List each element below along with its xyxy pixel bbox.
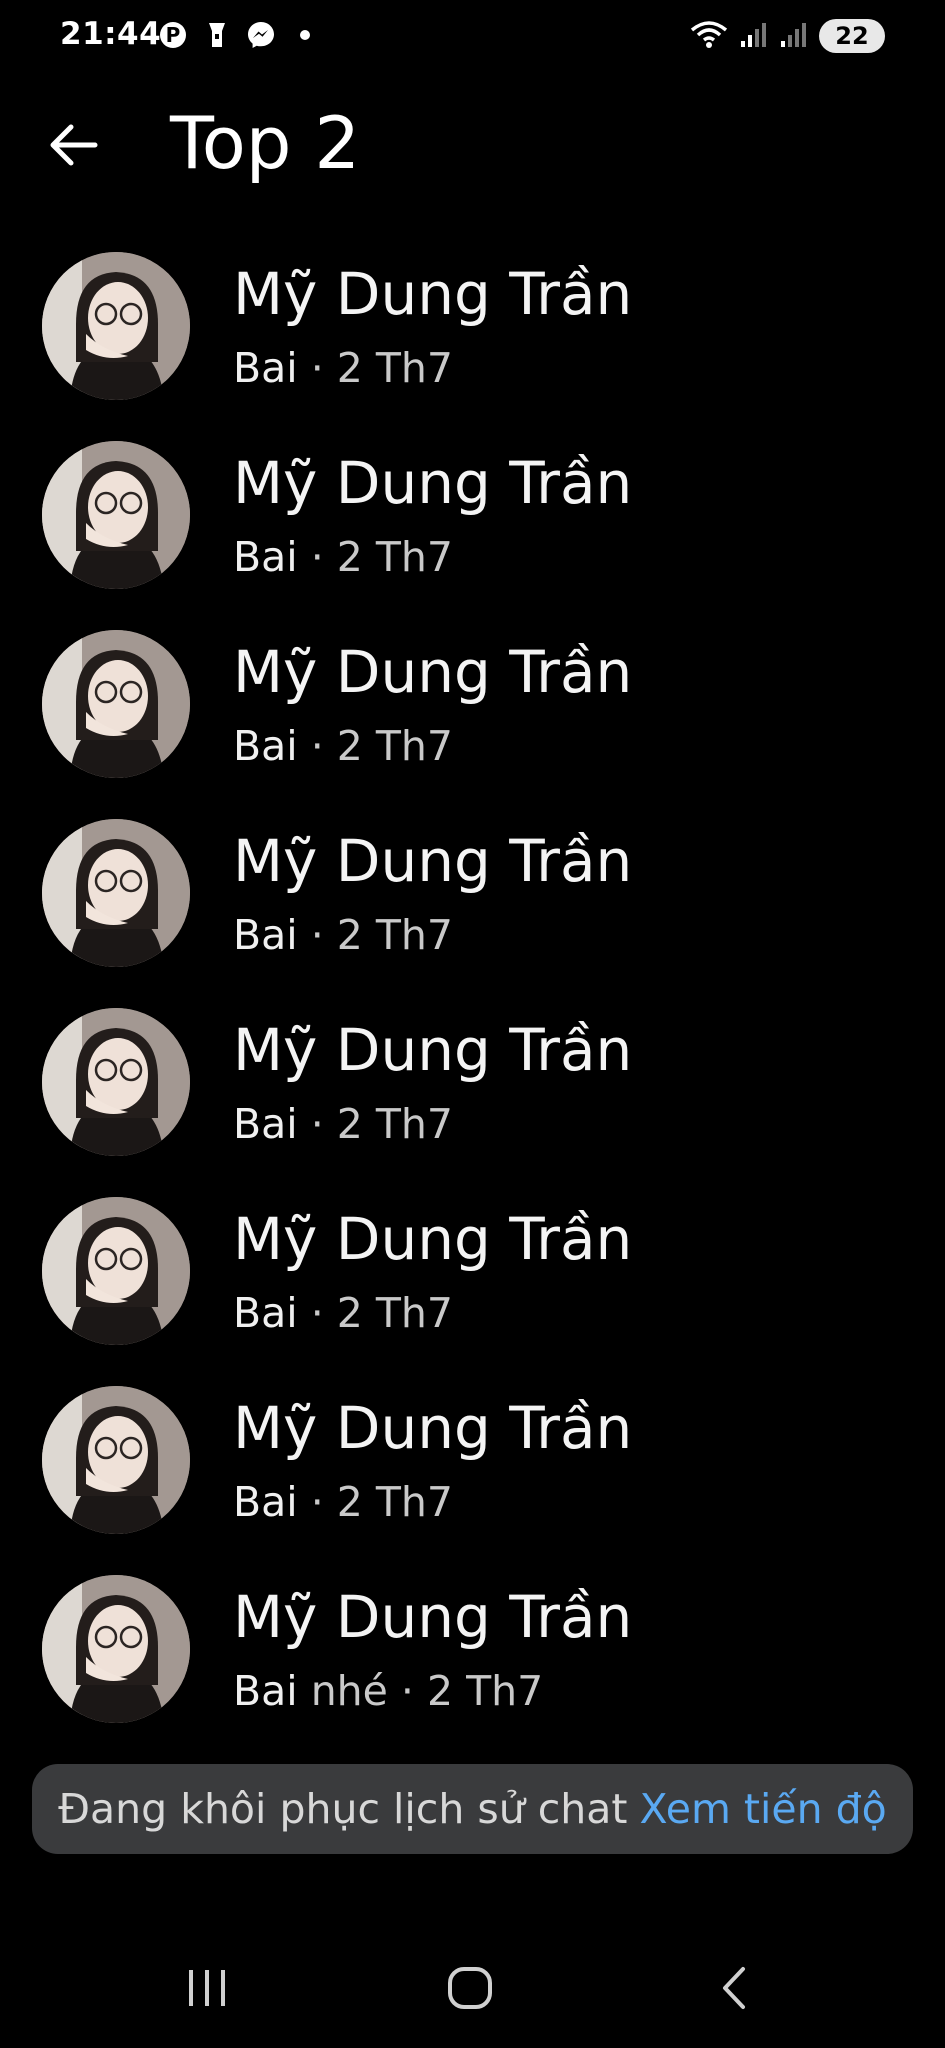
last-message: Bai · 2 Th7 (233, 344, 453, 393)
avatar (42, 441, 190, 589)
dot-icon (290, 20, 320, 50)
messenger-icon (246, 20, 276, 50)
page-title: Top 2 (170, 101, 361, 185)
avatar (42, 1197, 190, 1345)
message-extra: nhé (297, 1667, 388, 1715)
message-text: Bai (233, 1289, 298, 1337)
message-time: · 2 Th7 (387, 1667, 544, 1715)
conversation-list: Mỹ Dung Trần Bai · 2 Th7 Mỹ Dung Trần Ba… (0, 245, 945, 1757)
avatar (42, 630, 190, 778)
message-time: · 2 Th7 (297, 1100, 453, 1148)
message-text: Bai (233, 722, 298, 770)
avatar (42, 1575, 190, 1723)
svg-text:P: P (166, 23, 181, 47)
avatar (42, 1386, 190, 1534)
message-time: · 2 Th7 (297, 533, 453, 581)
status-bar: 21:44 P 22 (0, 0, 945, 76)
contact-name: Mỹ Dung Trần (233, 1583, 633, 1651)
message-text: Bai (233, 1100, 298, 1148)
home-button[interactable] (435, 1958, 505, 2018)
system-icons: 22 (689, 18, 885, 54)
nav-back-button[interactable] (700, 1958, 770, 2018)
list-item[interactable]: Mỹ Dung Trần Bai · 2 Th7 (0, 245, 945, 434)
signal-icon (739, 19, 769, 53)
message-time: · 2 Th7 (297, 1478, 453, 1526)
recents-button[interactable] (172, 1958, 242, 2018)
list-item[interactable]: Mỹ Dung Trần Bai · 2 Th7 (0, 1379, 945, 1568)
wifi-icon (689, 18, 729, 54)
status-time: 21:44 (60, 16, 162, 52)
list-item[interactable]: Mỹ Dung Trần Bai · 2 Th7 (0, 1001, 945, 1190)
avatar (42, 252, 190, 400)
recents-icon (189, 1970, 225, 2006)
flashlight-icon (202, 20, 232, 50)
message-time: · 2 Th7 (297, 722, 453, 770)
last-message: Bai · 2 Th7 (233, 1289, 453, 1338)
list-item[interactable]: Mỹ Dung Trần Bai · 2 Th7 (0, 623, 945, 812)
contact-name: Mỹ Dung Trần (233, 827, 633, 895)
message-text: Bai (233, 344, 298, 392)
notification-icons: P (158, 20, 320, 50)
list-item[interactable]: Mỹ Dung Trần Bai · 2 Th7 (0, 434, 945, 623)
avatar (42, 1008, 190, 1156)
avatar (42, 819, 190, 967)
system-nav-bar (0, 1930, 945, 2048)
battery-icon: 22 (819, 19, 885, 53)
message-text: Bai (233, 1478, 298, 1526)
message-text: Bai (233, 533, 298, 581)
restore-toast: Đang khôi phục lịch sử chat Xem tiến độ (32, 1764, 913, 1854)
contact-name: Mỹ Dung Trần (233, 1016, 633, 1084)
last-message: Bai · 2 Th7 (233, 911, 453, 960)
last-message: Bai · 2 Th7 (233, 1100, 453, 1149)
last-message: Bai · 2 Th7 (233, 1478, 453, 1527)
last-message: Bai · 2 Th7 (233, 722, 453, 771)
pinterest-icon: P (158, 20, 188, 50)
toast-message: Đang khôi phục lịch sử chat (58, 1785, 628, 1833)
message-time: · 2 Th7 (297, 344, 453, 392)
contact-name: Mỹ Dung Trần (233, 1394, 633, 1462)
message-time: · 2 Th7 (297, 1289, 453, 1337)
back-button[interactable] (40, 112, 106, 178)
contact-name: Mỹ Dung Trần (233, 449, 633, 517)
header: Top 2 (0, 90, 945, 200)
home-icon (448, 1967, 492, 2009)
contact-name: Mỹ Dung Trần (233, 638, 633, 706)
arrow-left-icon (50, 124, 98, 166)
contact-name: Mỹ Dung Trần (233, 1205, 633, 1273)
contact-name: Mỹ Dung Trần (233, 260, 633, 328)
view-progress-link[interactable]: Xem tiến độ (639, 1785, 886, 1833)
last-message: Bai nhé · 2 Th7 (233, 1667, 543, 1716)
last-message: Bai · 2 Th7 (233, 533, 453, 582)
message-time: · 2 Th7 (297, 911, 453, 959)
message-text: Bai (233, 911, 298, 959)
back-icon (723, 1967, 745, 2009)
list-item[interactable]: Mỹ Dung Trần Bai · 2 Th7 (0, 812, 945, 1001)
signal-icon (779, 19, 809, 53)
battery-level: 22 (835, 22, 869, 50)
list-item[interactable]: Mỹ Dung Trần Bai nhé · 2 Th7 (0, 1568, 945, 1757)
list-item[interactable]: Mỹ Dung Trần Bai · 2 Th7 (0, 1190, 945, 1379)
message-text: Bai (233, 1667, 298, 1715)
